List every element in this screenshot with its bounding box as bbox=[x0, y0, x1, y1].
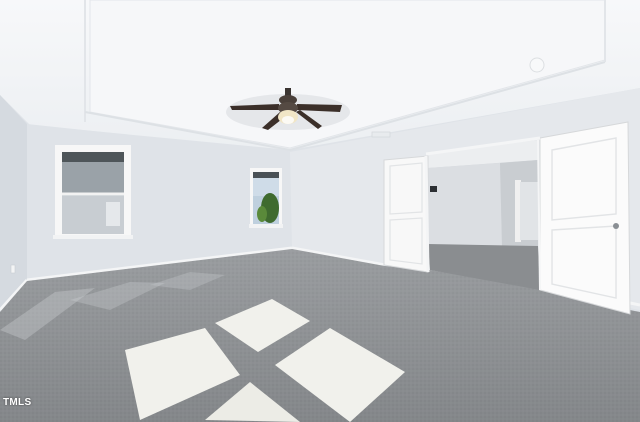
smoke-detector-icon bbox=[529, 57, 545, 73]
baseboard-far-right bbox=[629, 301, 640, 307]
outlet-icon bbox=[10, 264, 16, 274]
room-illustration bbox=[0, 0, 640, 422]
air-vent-icon bbox=[371, 131, 391, 138]
door-knob-icon[interactable] bbox=[613, 223, 619, 229]
door-right[interactable] bbox=[539, 121, 631, 315]
room-scene: TMLS bbox=[0, 0, 640, 422]
window-left bbox=[53, 145, 133, 239]
door-frame bbox=[424, 155, 430, 273]
wall-thermostat bbox=[430, 186, 437, 192]
window-right bbox=[249, 168, 283, 228]
left-wall bbox=[0, 95, 27, 310]
doorway bbox=[428, 140, 540, 290]
watermark: TMLS bbox=[3, 397, 32, 408]
door-left[interactable] bbox=[383, 155, 429, 273]
